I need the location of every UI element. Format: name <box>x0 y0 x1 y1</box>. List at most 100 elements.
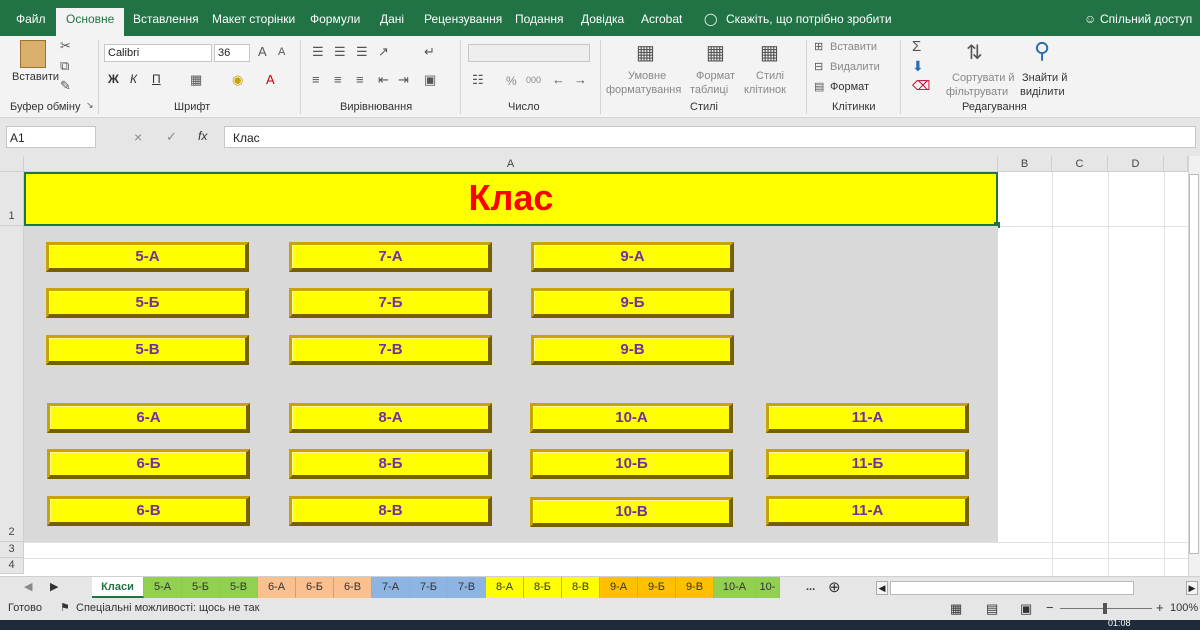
sheet-tab[interactable]: 8-В <box>562 577 600 598</box>
sheet-tab[interactable]: 10- <box>756 577 780 598</box>
title-cell-a1[interactable]: Клас <box>24 172 998 226</box>
class-button-8b[interactable]: 8-Б <box>289 449 492 479</box>
number-format-field[interactable] <box>468 44 590 62</box>
align-bottom-icon[interactable]: ☰ <box>356 44 368 60</box>
class-button-11v[interactable]: 11-А <box>766 496 969 526</box>
class-button-8v[interactable]: 8-В <box>289 496 492 526</box>
sheet-tab[interactable]: 7-Б <box>410 577 448 598</box>
row-header-2[interactable]: 2 <box>0 226 24 542</box>
sheet-tab[interactable]: 7-А <box>372 577 410 598</box>
find-select-icon[interactable]: ⚲ <box>1034 38 1050 64</box>
accessibility-status[interactable]: Спеціальні можливості: щось не так <box>76 602 259 614</box>
paste-icon[interactable] <box>20 40 46 68</box>
align-top-icon[interactable]: ☰ <box>312 44 324 60</box>
sheet-tab[interactable]: 8-А <box>486 577 524 598</box>
column-header-d[interactable]: D <box>1108 156 1164 172</box>
tab-scroll-right-icon[interactable]: ▶ <box>50 580 58 593</box>
sheet-tab[interactable]: 5-Б <box>182 577 220 598</box>
autosum-icon[interactable]: Σ <box>912 38 921 55</box>
clear-icon[interactable]: ⌫ <box>912 78 930 94</box>
format-table-label-2[interactable]: таблиці <box>690 84 728 96</box>
class-button-6a[interactable]: 6-А <box>47 403 250 433</box>
insert-function-icon[interactable]: fx <box>198 129 207 143</box>
tab-formulas[interactable]: Формули <box>310 12 360 26</box>
sheet-tab[interactable]: Класи <box>92 577 144 598</box>
sheet-tab[interactable]: 9-А <box>600 577 638 598</box>
enter-icon[interactable]: ✓ <box>166 129 177 145</box>
bold-button[interactable]: Ж <box>108 72 119 86</box>
sort-filter-label-1[interactable]: Сортувати й <box>952 72 1015 84</box>
format-table-label-1[interactable]: Формат <box>696 70 735 82</box>
zoom-slider-thumb[interactable] <box>1103 603 1107 614</box>
font-name-field[interactable]: Calibri <box>104 44 212 62</box>
accounting-icon[interactable]: ☷ <box>472 72 484 88</box>
tab-page-layout[interactable]: Макет сторінки <box>212 12 295 26</box>
paste-label[interactable]: Вставити <box>12 71 59 83</box>
sort-filter-label-2[interactable]: фільтрувати <box>946 86 1008 98</box>
sort-filter-icon[interactable]: ⇅ <box>966 40 983 65</box>
insert-cells-button[interactable]: Вставити <box>830 41 877 53</box>
row-header-4[interactable]: 4 <box>0 558 24 574</box>
select-all-corner[interactable] <box>0 156 24 172</box>
class-button-11a[interactable]: 11-А <box>766 403 969 433</box>
sheet-tab[interactable]: 8-Б <box>524 577 562 598</box>
format-table-icon[interactable]: ▦ <box>706 40 725 65</box>
font-color-icon[interactable]: A <box>266 72 275 87</box>
format-cells-icon[interactable]: ▤ <box>814 80 824 93</box>
class-button-5a[interactable]: 5-А <box>46 242 249 272</box>
class-button-6b[interactable]: 6-Б <box>47 449 250 479</box>
class-button-9a[interactable]: 9-А <box>531 242 734 272</box>
align-left-icon[interactable]: ≡ <box>312 72 320 87</box>
class-button-9b[interactable]: 9-Б <box>531 288 734 318</box>
indent-increase-icon[interactable]: ⇥ <box>398 72 409 88</box>
cell-styles-icon[interactable]: ▦ <box>760 40 779 65</box>
align-middle-icon[interactable]: ☰ <box>334 44 346 60</box>
class-button-7a[interactable]: 7-А <box>289 242 492 272</box>
cell-styles-label-2[interactable]: клітинок <box>744 84 786 96</box>
conditional-format-label-1[interactable]: Умовне <box>628 70 666 82</box>
tab-file[interactable]: Файл <box>16 12 46 26</box>
delete-cells-icon[interactable]: ⊟ <box>814 60 823 73</box>
formula-input[interactable]: Клас <box>224 126 1196 148</box>
shrink-font-icon[interactable]: A <box>278 46 285 58</box>
conditional-format-label-2[interactable]: форматування <box>606 84 681 96</box>
underline-button[interactable]: П <box>152 72 161 86</box>
find-select-label-1[interactable]: Знайти й <box>1022 72 1067 84</box>
tell-me-box[interactable]: Скажіть, що потрібно зробити <box>726 12 892 26</box>
sheet-tab[interactable]: 9-Б <box>638 577 676 598</box>
format-cells-button[interactable]: Формат <box>830 81 869 93</box>
zoom-in-icon[interactable]: + <box>1156 600 1164 615</box>
column-header-b[interactable]: B <box>998 156 1052 172</box>
sheet-tab[interactable]: 6-Б <box>296 577 334 598</box>
class-button-5v[interactable]: 5-В <box>46 335 249 365</box>
tab-help[interactable]: Довідка <box>581 12 624 26</box>
tab-home[interactable]: Основне <box>56 8 125 36</box>
tab-acrobat[interactable]: Acrobat <box>641 12 682 26</box>
zoom-out-icon[interactable]: − <box>1046 600 1054 615</box>
vertical-scroll-thumb[interactable] <box>1189 174 1199 554</box>
format-painter-icon[interactable]: ✎ <box>60 78 71 94</box>
cut-icon[interactable]: ✂ <box>60 38 71 54</box>
fill-icon[interactable]: ⬇ <box>912 58 924 75</box>
class-button-9v[interactable]: 9-В <box>531 335 734 365</box>
merge-center-icon[interactable]: ▣ <box>424 72 436 88</box>
new-sheet-icon[interactable]: ⊕ <box>828 578 841 596</box>
find-select-label-2[interactable]: виділити <box>1020 86 1065 98</box>
thousands-button[interactable]: 000 <box>526 75 541 85</box>
tab-scroll-left-icon[interactable]: ◀ <box>24 580 32 593</box>
wrap-text-icon[interactable]: ↵ <box>424 44 435 60</box>
decrease-decimal-icon[interactable]: → <box>574 72 587 87</box>
scroll-left-icon[interactable]: ◀ <box>876 581 888 595</box>
orientation-icon[interactable]: ↗ <box>378 44 389 60</box>
borders-icon[interactable]: ▦ <box>190 72 202 88</box>
sheet-tab[interactable]: 6-В <box>334 577 372 598</box>
indent-decrease-icon[interactable]: ⇤ <box>378 72 389 88</box>
zoom-level[interactable]: 100% <box>1170 602 1198 614</box>
grow-font-icon[interactable]: A <box>258 44 267 59</box>
column-header-e[interactable] <box>1164 156 1188 172</box>
class-button-10a[interactable]: 10-А <box>530 403 733 433</box>
more-tabs-button[interactable]: ... <box>806 581 815 593</box>
percent-button[interactable]: % <box>506 74 517 88</box>
class-button-7b[interactable]: 7-Б <box>289 288 492 318</box>
worksheet[interactable]: A B C D 1 2 3 4 Клас 5-А 5-Б 5-В 6-А 6-Б… <box>0 156 1200 576</box>
